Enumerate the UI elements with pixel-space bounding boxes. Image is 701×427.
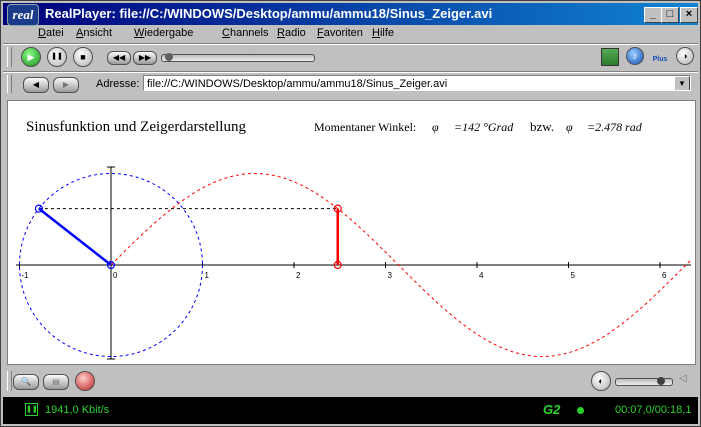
clip-info-icon[interactable]: ▤ bbox=[43, 374, 69, 390]
phi-symbol: φ bbox=[432, 120, 439, 134]
pause-state-icon: ❚❚ bbox=[25, 403, 38, 416]
x-tick-label: 1 bbox=[205, 271, 210, 280]
bzw-label: bzw. bbox=[530, 119, 554, 134]
rewind-button[interactable]: ◀◀ bbox=[107, 51, 131, 65]
menu-label: Wiedergabe bbox=[134, 27, 194, 39]
connection-indicator bbox=[577, 407, 584, 414]
volume-slider[interactable] bbox=[615, 377, 673, 386]
menu-bar: Datei Ansicht Wiedergabe Channels Radio … bbox=[3, 25, 698, 43]
realplayer-window: real RealPlayer: file://C:/WINDOWS/Deskt… bbox=[0, 0, 701, 427]
pause-button[interactable]: ❚❚ bbox=[47, 47, 67, 67]
x-tick-label: 3 bbox=[388, 271, 393, 280]
title-bar[interactable]: real RealPlayer: file://C:/WINDOWS/Deskt… bbox=[3, 3, 698, 26]
phi-symbol: φ bbox=[566, 120, 573, 134]
menu-ansicht[interactable]: Ansicht bbox=[76, 27, 112, 39]
menu-label: Radio bbox=[277, 27, 306, 39]
x-tick-label: 6 bbox=[662, 271, 667, 280]
menu-label: Favoriten bbox=[317, 27, 363, 39]
angle-radians: =2.478 rad bbox=[587, 120, 643, 134]
plus-icon[interactable]: Plus bbox=[651, 47, 669, 65]
status-bar: ❚❚ 1941,0 Kbit/s G2 00:07,0/00:18,1 bbox=[3, 397, 698, 424]
x-tick-label: 2 bbox=[296, 271, 301, 280]
g2-logo: G2 bbox=[543, 402, 561, 417]
compact-mode-icon[interactable]: ◑ bbox=[676, 47, 694, 65]
window-title: RealPlayer: file://C:/WINDOWS/Desktop/am… bbox=[45, 6, 493, 21]
menu-favoriten[interactable]: Favoriten bbox=[317, 27, 363, 39]
address-bar: ◀ ▶ Adresse: file://C:/WINDOWS/Desktop/a… bbox=[3, 73, 698, 97]
record-icon[interactable] bbox=[75, 371, 95, 391]
x-tick-label: -1 bbox=[22, 271, 30, 280]
forward-button[interactable]: ▶ bbox=[53, 77, 79, 93]
stop-button[interactable]: ■ bbox=[73, 47, 93, 67]
search-icon[interactable]: 🔍 bbox=[13, 374, 39, 390]
position-slider[interactable] bbox=[161, 53, 315, 62]
menu-label: Datei bbox=[38, 27, 64, 39]
close-button[interactable]: × bbox=[680, 7, 698, 23]
address-input[interactable]: file://C:/WINDOWS/Desktop/ammu/ammu18/Si… bbox=[143, 75, 691, 91]
position-slider-thumb[interactable] bbox=[164, 53, 173, 61]
menu-datei[interactable]: Datei bbox=[38, 27, 64, 39]
phasor-pointer bbox=[38, 207, 112, 266]
sine-phasor-animation: Sinusfunktion und Zeigerdarstellung Mome… bbox=[16, 119, 692, 360]
angle-degrees: =142 °Grad bbox=[454, 120, 514, 134]
menu-radio[interactable]: Radio bbox=[277, 27, 306, 39]
mute-icon[interactable]: ◐ bbox=[591, 371, 611, 391]
toolbar-grip[interactable] bbox=[7, 47, 12, 67]
x-tick-label: 4 bbox=[479, 271, 484, 280]
menu-channels[interactable]: Channels bbox=[222, 27, 269, 39]
menu-label: Hilfe bbox=[372, 27, 395, 39]
video-area[interactable]: Sinusfunktion und Zeigerdarstellung Mome… bbox=[7, 100, 696, 365]
music-icon[interactable]: ♪ bbox=[626, 47, 644, 65]
play-button[interactable]: ▶ bbox=[21, 47, 41, 67]
menu-label: Channels bbox=[222, 27, 269, 39]
toolbar-grip[interactable] bbox=[7, 75, 12, 93]
x-tick-label: 0 bbox=[113, 271, 118, 280]
menu-label: Ansicht bbox=[76, 27, 113, 39]
address-dropdown-button[interactable]: ▼ bbox=[674, 76, 690, 90]
minimize-button[interactable]: _ bbox=[644, 7, 662, 23]
real-logo: real bbox=[7, 4, 39, 26]
angle-label: Momentaner Winkel: bbox=[314, 120, 416, 134]
toolbar-grip[interactable] bbox=[7, 371, 12, 391]
video-title: Sinusfunktion und Zeigerdarstellung bbox=[26, 119, 246, 135]
menu-hilfe[interactable]: Hilfe bbox=[372, 27, 394, 39]
fast-forward-button[interactable]: ▶▶ bbox=[133, 51, 157, 65]
volume-slider-thumb[interactable] bbox=[656, 377, 665, 385]
speaker-icon: ◁ bbox=[679, 373, 687, 384]
plot-layer: -1 0 1 2 3 4 5 6 bbox=[16, 166, 692, 360]
bottom-toolbar: 🔍 ▤ ◐ ◁ bbox=[3, 367, 698, 395]
channels-icon[interactable] bbox=[601, 48, 619, 66]
menu-wiedergabe[interactable]: Wiedergabe bbox=[134, 27, 193, 39]
address-value: file://C:/WINDOWS/Desktop/ammu/ammu18/Si… bbox=[147, 78, 448, 90]
time-text: 00:07,0/00:18,1 bbox=[615, 404, 692, 416]
x-tick-label: 5 bbox=[571, 271, 576, 280]
back-button[interactable]: ◀ bbox=[23, 77, 49, 93]
maximize-button[interactable]: □ bbox=[661, 7, 679, 23]
address-label: Adresse: bbox=[96, 78, 140, 90]
transport-toolbar: ▶ ❚❚ ■ ◀◀ ▶▶ ♪ Plus ◑ bbox=[3, 45, 698, 71]
bitrate-text: 1941,0 Kbit/s bbox=[45, 404, 110, 416]
